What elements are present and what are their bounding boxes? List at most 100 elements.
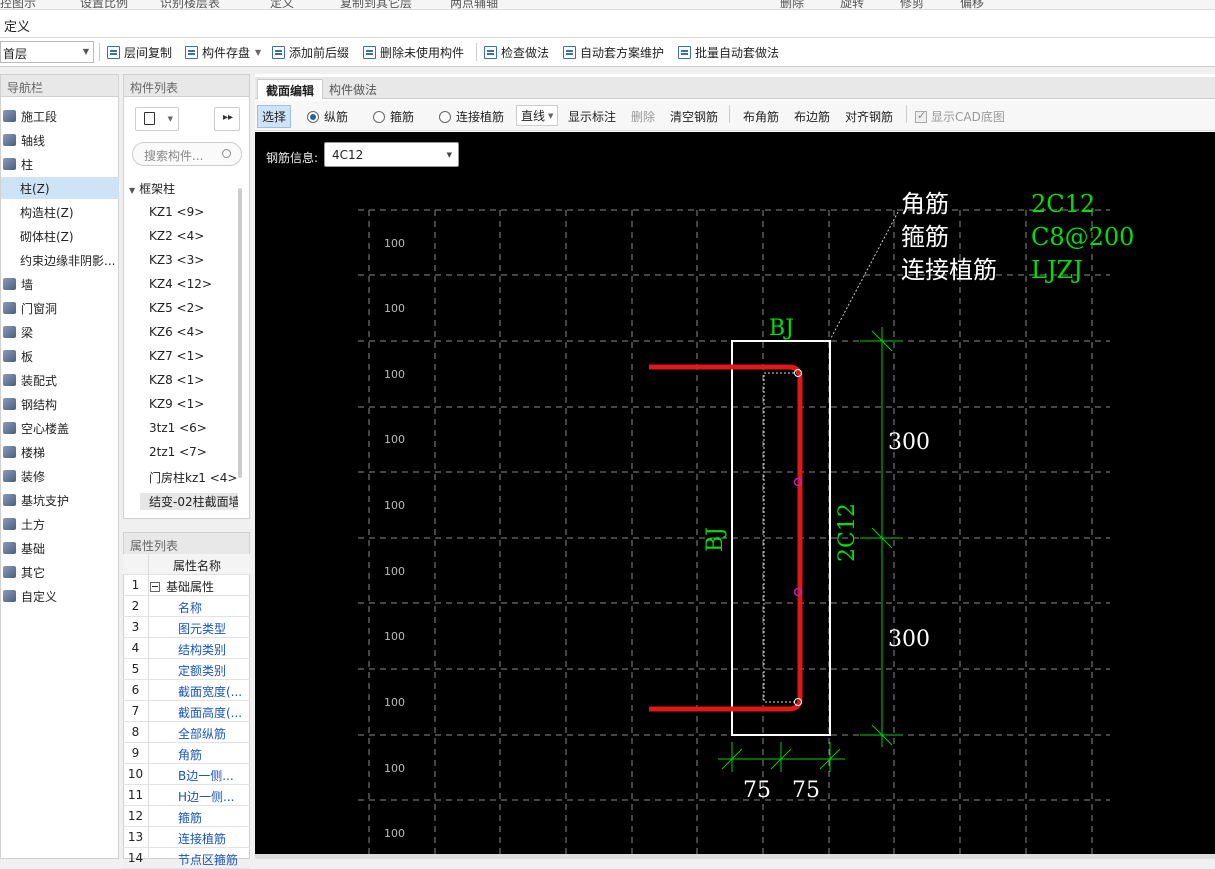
component-item[interactable]: KZ9 <1> [149,397,204,411]
ribbon-item[interactable]: 删除 [780,0,804,9]
nav-item[interactable]: 自定义 [1,585,119,607]
ribbon-item[interactable]: 两点辅轴 [450,0,498,9]
divider [729,105,730,123]
row-number: 1 [131,578,140,592]
stirrup-radio[interactable]: 箍筋 [373,108,414,125]
delete-unused-button[interactable]: 删除未使用构件 [363,44,464,61]
tab-section-edit[interactable]: 截面编辑 [257,79,324,99]
section-canvas[interactable]: 100 100 100 100 100 100 100 100 100 100 角筋 2C12 箍… [255,132,1215,854]
property-row[interactable]: 1 基础属性 [123,575,250,596]
component-group[interactable]: ▼ 框架柱 [129,180,175,197]
nav-item[interactable]: 空心楼盖 [1,417,119,439]
select-button[interactable]: 选择 [257,105,292,128]
nav-item[interactable]: 柱(Z) [1,177,119,199]
new-component-button[interactable]: ▼ [135,107,179,131]
show-annotation-button[interactable]: 显示标注 [568,108,616,125]
batch-auto-button[interactable]: 批量自动套做法 [678,44,779,61]
connect-bar-radio[interactable]: 连接植筋 [439,108,504,125]
component-item[interactable]: 门房柱kz1 <4> [149,469,237,486]
component-item[interactable]: KZ6 <4> [149,325,204,339]
nav-item[interactable]: 轴线 [1,129,119,151]
rebar-info-select[interactable]: 4C12 ▼ [324,142,459,167]
property-row[interactable]: 10 B边一侧... [123,764,250,785]
ribbon-item[interactable]: 修剪 [900,0,924,9]
ribbon-item[interactable]: 定义 [270,0,294,9]
double-chevron-right-icon: ▸▸ [223,112,234,123]
collapse-icon[interactable] [150,582,160,592]
section-drawing[interactable]: 100 100 100 100 100 100 100 100 100 100 角筋 2C12 箍… [255,132,1215,854]
expand-button[interactable]: ▸▸ [214,107,240,131]
nav-item[interactable]: 装配式 [1,369,119,391]
component-list-scrollbar[interactable] [238,188,242,478]
component-item[interactable]: KZ5 <2> [149,301,204,315]
longitudinal-radio[interactable]: 纵筋 [307,108,348,125]
check-method-button[interactable]: 检查做法 [484,44,549,61]
component-search-input[interactable]: 搜索构件... [132,142,242,166]
property-row[interactable]: 12 箍筋 [123,806,250,827]
ribbon-item[interactable]: 设置比例 [80,0,128,9]
property-name: 箍筋 [178,811,203,825]
nav-item[interactable]: 施工段 [1,105,119,127]
property-row[interactable]: 7 截面高度(... [123,701,250,722]
property-row[interactable]: 13 连接植筋 [123,827,250,848]
property-col-name: 属性名称 [173,559,222,573]
component-storage-button[interactable]: 构件存盘 ▼ [185,44,261,61]
nav-item-label: 其它 [21,565,46,580]
component-item[interactable]: KZ3 <3> [149,253,204,267]
property-row[interactable]: 11 H边一侧... [123,785,250,806]
add-prefix-suffix-label: 添加前后缀 [289,46,350,60]
ribbon-item[interactable]: 识别楼层表 [160,0,220,9]
component-item[interactable]: 结变-02柱截面墙 [140,493,238,510]
component-item[interactable]: KZ2 <4> [149,229,204,243]
nav-item[interactable]: 基础 [1,537,119,559]
delete-button[interactable]: 删除 [631,108,655,125]
ribbon-item[interactable]: 偏移 [960,0,984,9]
nav-item[interactable]: 装修 [1,465,119,487]
property-row[interactable]: 9 角筋 [123,743,250,764]
component-item[interactable]: KZ1 <9> [149,205,204,219]
ribbon-item[interactable]: 控图示 [0,0,36,9]
property-row[interactable]: 8 全部纵筋 [123,722,250,743]
nav-item[interactable]: 板 [1,345,119,367]
grid-label: 100 [384,565,405,578]
clear-rebar-button[interactable]: 清空钢筋 [670,108,718,125]
component-item[interactable]: 2tz1 <7> [149,445,207,459]
align-rebar-button[interactable]: 对齐钢筋 [845,108,893,125]
show-cad-checkbox[interactable]: 显示CAD底图 [915,108,1005,125]
ribbon-item[interactable]: 复制到其它层 [340,0,412,9]
edge-bar-button[interactable]: 布边筋 [794,108,830,125]
nav-item[interactable]: 构造柱(Z) [1,201,119,223]
chevron-down-icon: ▼ [167,115,173,123]
ribbon-item[interactable]: 旋转 [840,0,864,9]
component-item[interactable]: KZ7 <1> [149,349,204,363]
nav-item[interactable]: 门窗洞 [1,297,119,319]
component-item[interactable]: KZ4 <12> [149,277,212,291]
nav-item[interactable]: 梁 [1,321,119,343]
corner-bar-button[interactable]: 布角筋 [743,108,779,125]
property-row[interactable]: 6 截面宽度(... [123,680,250,701]
nav-item[interactable]: 楼梯 [1,441,119,463]
property-row[interactable]: 5 定额类别 [123,659,250,680]
component-group-label: 框架柱 [139,182,176,196]
add-prefix-suffix-button[interactable]: 添加前后缀 [272,44,349,61]
tab-component-method[interactable]: 构件做法 [321,79,385,99]
nav-item[interactable]: 钢结构 [1,393,119,415]
property-row[interactable]: 3 图元类型 [123,617,250,638]
auto-scheme-button[interactable]: 自动套方案维护 [563,44,664,61]
nav-item[interactable]: 基坑支护 [1,489,119,511]
nav-item[interactable]: 砌体柱(Z) [1,225,119,247]
component-item[interactable]: 3tz1 <6> [149,421,207,435]
component-item[interactable]: KZ8 <1> [149,373,204,387]
nav-item[interactable]: 其它 [1,561,119,583]
nav-item[interactable]: 土方 [1,513,119,535]
nav-item[interactable]: 约束边缘非阴影... [1,249,119,271]
property-row[interactable]: 2 名称 [123,596,250,617]
property-name: 名称 [178,601,203,615]
nav-item[interactable]: 柱 [1,153,119,175]
property-row[interactable]: 4 结构类别 [123,638,250,659]
nav-item[interactable]: 墙 [1,273,119,295]
copy-between-floors-button[interactable]: 层间复制 [107,44,172,61]
property-cell: 名称 [178,599,202,616]
floor-select[interactable]: 首层 ▼ [0,41,94,63]
line-mode-select[interactable]: 直线 ▼ [516,105,559,126]
